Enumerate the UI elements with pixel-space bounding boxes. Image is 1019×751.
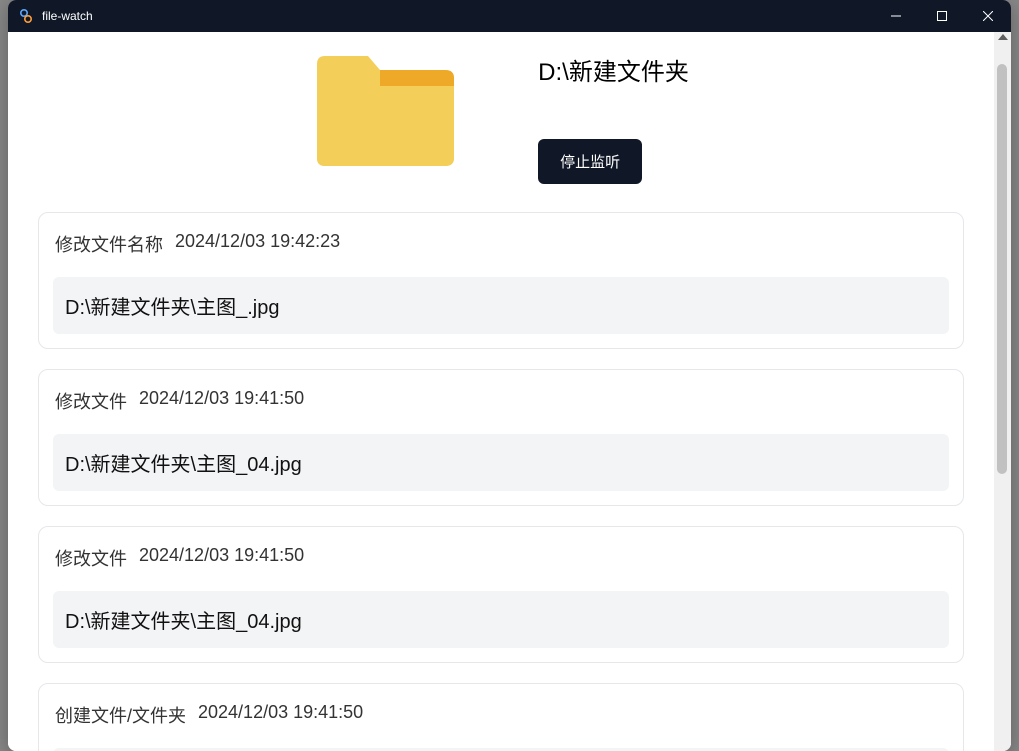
scroll-up-icon[interactable] [998, 34, 1008, 40]
event-list: 修改文件名称 2024/12/03 19:42:23 D:\新建文件夹\主图_.… [38, 212, 964, 751]
content-area: D:\新建文件夹 停止监听 修改文件名称 2024/12/03 19:42:23… [8, 32, 1011, 751]
event-action: 修改文件 [55, 545, 127, 571]
maximize-button[interactable] [919, 0, 965, 32]
scroll-thumb[interactable] [997, 64, 1007, 474]
header-section: D:\新建文件夹 停止监听 [38, 44, 964, 212]
watched-path: D:\新建文件夹 [538, 52, 689, 87]
path-section: D:\新建文件夹 停止监听 [538, 50, 689, 184]
scrollbar[interactable] [994, 32, 1011, 751]
event-card: 修改文件 2024/12/03 19:41:50 D:\新建文件夹\主图_04.… [38, 369, 964, 506]
window-title: file-watch [42, 9, 873, 23]
event-path: D:\新建文件夹\主图_04.jpg [53, 434, 949, 491]
folder-icon [313, 50, 458, 170]
stop-listening-button[interactable]: 停止监听 [538, 139, 642, 184]
event-action: 修改文件 [55, 388, 127, 414]
minimize-button[interactable] [873, 0, 919, 32]
event-header: 修改文件 2024/12/03 19:41:50 [53, 545, 949, 571]
window-controls [873, 0, 1011, 32]
main-panel: D:\新建文件夹 停止监听 修改文件名称 2024/12/03 19:42:23… [8, 32, 994, 751]
event-path: D:\新建文件夹\主图_04.jpg [53, 591, 949, 648]
event-action: 修改文件名称 [55, 231, 163, 257]
event-header: 修改文件 2024/12/03 19:41:50 [53, 388, 949, 414]
event-timestamp: 2024/12/03 19:42:23 [175, 231, 340, 257]
event-header: 修改文件名称 2024/12/03 19:42:23 [53, 231, 949, 257]
titlebar: file-watch [8, 0, 1011, 32]
event-card: 创建文件/文件夹 2024/12/03 19:41:50 D:\新建文件夹\主图… [38, 683, 964, 751]
app-window: file-watch [8, 0, 1011, 751]
event-action: 创建文件/文件夹 [55, 702, 186, 728]
event-card: 修改文件 2024/12/03 19:41:50 D:\新建文件夹\主图_04.… [38, 526, 964, 663]
event-path: D:\新建文件夹\主图_.jpg [53, 277, 949, 334]
event-header: 创建文件/文件夹 2024/12/03 19:41:50 [53, 702, 949, 728]
close-button[interactable] [965, 0, 1011, 32]
event-timestamp: 2024/12/03 19:41:50 [139, 545, 304, 571]
app-icon [18, 8, 34, 24]
event-timestamp: 2024/12/03 19:41:50 [198, 702, 363, 728]
scroll-track[interactable] [994, 46, 1011, 751]
event-card: 修改文件名称 2024/12/03 19:42:23 D:\新建文件夹\主图_.… [38, 212, 964, 349]
event-timestamp: 2024/12/03 19:41:50 [139, 388, 304, 414]
